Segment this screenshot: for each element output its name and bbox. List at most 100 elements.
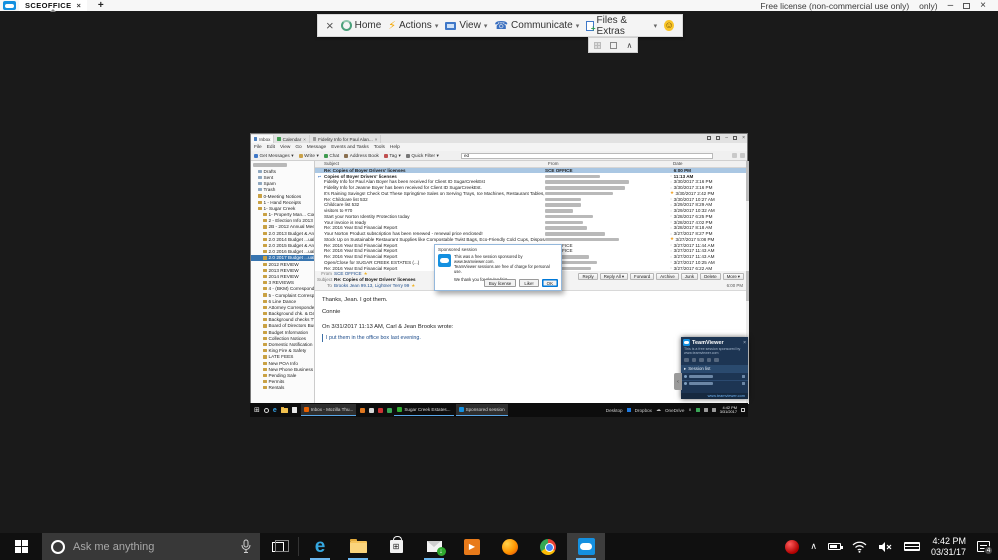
taskbar-clock[interactable]: 4:42 PM 03/31/17 (931, 536, 966, 557)
remote-pinned-app-icon[interactable] (360, 408, 365, 413)
toolbar-write[interactable]: Write▾ (299, 153, 319, 159)
message-row[interactable]: Re: 2016 Year End Financial Report○3/28/… (315, 225, 746, 231)
remote-tray-chevron[interactable]: ∧ (688, 407, 691, 413)
star-icon[interactable]: ★ (411, 283, 415, 289)
star-outline-icon[interactable]: ○ (670, 243, 672, 247)
taskbar-edge[interactable]: e (301, 533, 339, 560)
message-row[interactable]: It's Raining Savings! Check Out These Sp… (315, 191, 746, 197)
dropbox-icon[interactable] (627, 408, 631, 412)
star-outline-icon[interactable]: ○ (670, 203, 672, 207)
grid-view-icon[interactable] (594, 42, 601, 49)
toolbar-address-book[interactable]: Address Book (344, 153, 379, 158)
remote-tray-icon[interactable] (704, 408, 708, 412)
star-outline-icon[interactable]: ○ (670, 186, 672, 190)
taskbar-store[interactable]: ⊞ (377, 533, 415, 560)
menu-events-and-tasks[interactable]: Events and Tasks (331, 145, 369, 150)
menu-tools[interactable]: Tools (374, 145, 385, 150)
message-row[interactable]: Your invoice is ready○3/28/2017 4:02 PM (315, 219, 746, 225)
message-list-scrollbar[interactable] (746, 161, 749, 271)
taskbar-mail[interactable] (415, 533, 453, 560)
junk-button[interactable]: Junk (681, 273, 698, 280)
task-view-button[interactable] (260, 533, 296, 560)
star-outline-icon[interactable]: ○ (670, 266, 672, 270)
toolbar-tag[interactable]: Tag▾ (384, 153, 401, 159)
hamburger-menu-icon[interactable] (740, 153, 745, 158)
message-row[interactable]: Fidelity Info for Paul Alan Boyer has be… (315, 179, 746, 185)
buy-license-button[interactable]: Buy license (484, 279, 516, 287)
reply-button[interactable]: Reply (578, 273, 597, 280)
start-button[interactable] (0, 533, 42, 560)
mail-search-input[interactable] (461, 153, 713, 160)
action-icon[interactable] (742, 375, 745, 378)
like--button[interactable]: Like! (519, 279, 538, 287)
toolbar-quick-filter[interactable]: Quick Filter▾ (406, 153, 439, 159)
menu-help[interactable]: Help (390, 145, 400, 150)
view-menu[interactable]: View ▾ (445, 20, 487, 31)
close-session-icon[interactable]: × (326, 18, 334, 33)
remote-task-button[interactable]: Sugar Creek Estates... (394, 404, 453, 416)
star-outline-icon[interactable]: ○ (670, 209, 672, 213)
star-outline-icon[interactable]: ○ (670, 220, 672, 224)
column-from[interactable]: From (548, 161, 673, 166)
settings-icon[interactable] (714, 358, 719, 363)
tab-close-icon[interactable]: × (303, 137, 306, 142)
reply-all-button[interactable]: Reply All▾ (600, 273, 628, 280)
remote-store-icon[interactable] (292, 407, 297, 413)
star-outline-icon[interactable]: ○ (670, 232, 672, 236)
files-extras-menu[interactable]: Files & Extras ▾ (586, 15, 657, 37)
remote-tray-icon[interactable] (696, 408, 700, 412)
session-tab[interactable]: SCEOFFICE × (19, 0, 87, 11)
file-transfer-icon[interactable] (707, 358, 712, 363)
remote-pinned-app-icon[interactable] (387, 408, 392, 413)
column-date[interactable]: Date (673, 161, 749, 166)
fit-screen-icon[interactable] (610, 42, 617, 49)
home-button[interactable]: Home (341, 20, 382, 31)
forward-button[interactable]: Forward (630, 273, 654, 280)
restore-button[interactable] (963, 3, 970, 9)
mail-tab[interactable]: Fidelity Info for Paul Alan...× (310, 135, 381, 143)
taskbar-media-player[interactable]: ▶ (453, 533, 491, 560)
more-button[interactable]: More▾ (723, 273, 744, 280)
remote-action-center-icon[interactable] (741, 408, 745, 412)
mail-restore-icon[interactable] (733, 136, 737, 140)
antivirus-tray-icon[interactable] (785, 540, 799, 554)
communicate-menu[interactable]: ☎ Communicate ▾ (494, 19, 579, 32)
volume-muted-icon[interactable] (878, 541, 893, 553)
message-row[interactable]: visitors to #70○3/29/2017 10:32 AM (315, 208, 746, 214)
remote-pinned-app-icon[interactable] (378, 408, 383, 413)
video-icon[interactable] (692, 358, 697, 363)
menu-file[interactable]: File (254, 145, 262, 150)
message-row[interactable]: Re: Childcare list 532○3/30/2017 10:27 A… (315, 196, 746, 202)
battery-icon[interactable] (828, 543, 841, 550)
chat-icon[interactable] (684, 358, 689, 363)
message-row[interactable]: Start your Norton Identity Protection to… (315, 214, 746, 220)
panel-collapse-handle[interactable]: ‹ (674, 373, 682, 390)
session-list-item[interactable] (681, 380, 748, 388)
taskbar-firefox[interactable] (491, 533, 529, 560)
remote-pinned-app-icon[interactable] (369, 408, 374, 413)
calendar-pane-icon[interactable] (707, 136, 711, 140)
taskbar-explorer[interactable] (339, 533, 377, 560)
session-list-item[interactable] (681, 372, 748, 380)
panel-close-icon[interactable]: × (743, 340, 746, 346)
action-icon[interactable] (742, 382, 745, 385)
mail-tab[interactable]: Inbox (251, 135, 274, 143)
toolbar-chat[interactable]: Chat (324, 153, 339, 158)
touch-keyboard-icon[interactable] (904, 542, 920, 551)
mail-minimize-icon[interactable]: – (725, 135, 728, 141)
menu-go[interactable]: Go (295, 145, 301, 150)
remote-explorer-icon[interactable] (281, 408, 288, 413)
remote-task-button[interactable]: Sponsored session (456, 404, 508, 416)
remote-tray-icon[interactable] (712, 408, 716, 412)
microphone-icon[interactable] (241, 539, 251, 554)
wifi-icon[interactable] (852, 541, 867, 553)
toolbar-get-messages[interactable]: Get Messages▾ (254, 153, 294, 159)
flag-star-icon[interactable]: ★ (670, 190, 674, 196)
menu-edit[interactable]: Edit (267, 145, 275, 150)
minimize-button[interactable]: – (948, 0, 954, 11)
column-subject[interactable]: Subject (324, 161, 548, 166)
hidden-icons-chevron[interactable]: ∧ (810, 541, 817, 552)
star-outline-icon[interactable]: ○ (670, 214, 672, 218)
remote-edge-icon[interactable]: e (273, 407, 277, 414)
search-icon[interactable] (732, 153, 737, 158)
